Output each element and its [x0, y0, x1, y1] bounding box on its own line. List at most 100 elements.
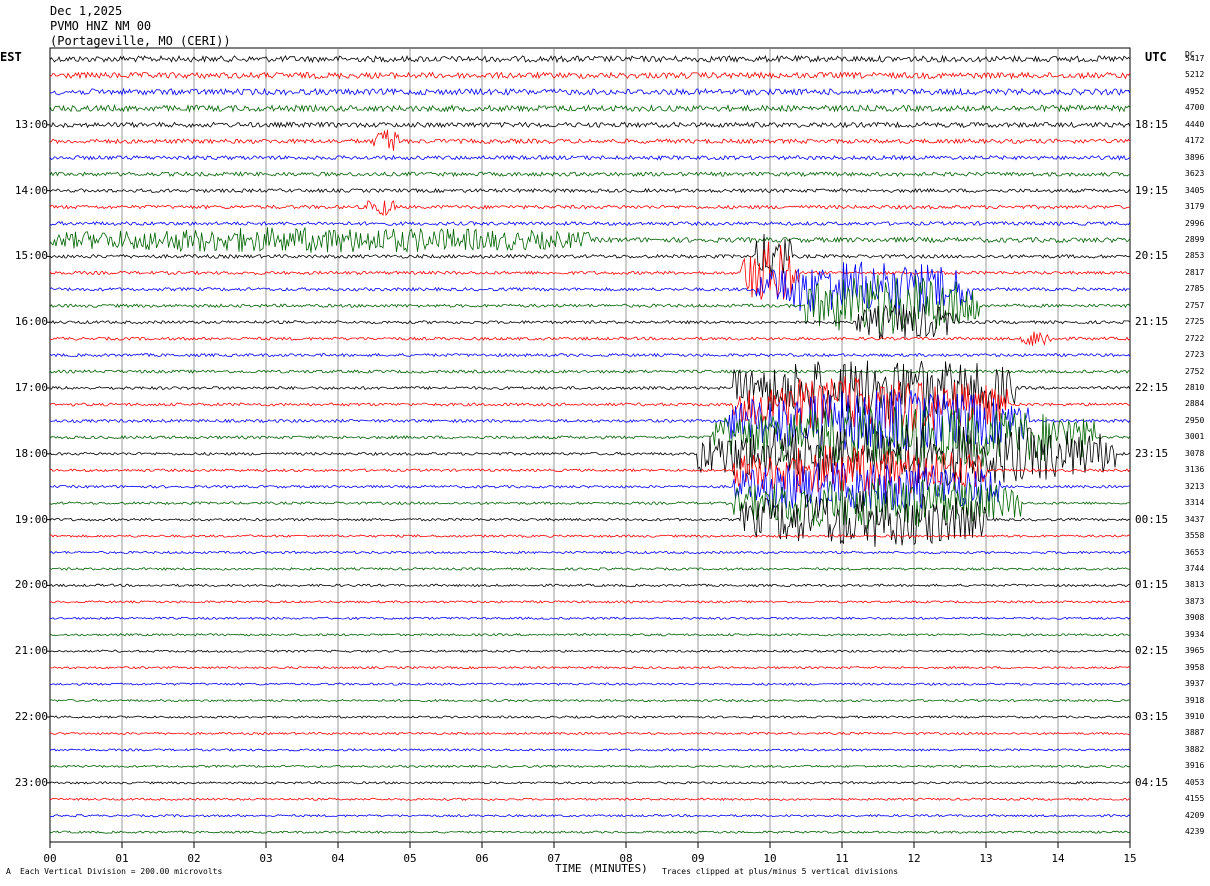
- est-hour-label: 18:00: [14, 446, 48, 460]
- seismic-trace: [49, 187, 1131, 194]
- dc-offset-label: 4239: [1185, 827, 1205, 837]
- dc-offset-label: 3136: [1185, 465, 1205, 475]
- dc-offset-label: 3882: [1185, 744, 1205, 754]
- utc-hour-label: 00:15: [1135, 512, 1169, 526]
- dc-offset-label: 3623: [1185, 169, 1205, 179]
- x-tick-label: 02: [187, 852, 201, 865]
- seismic-trace: [49, 731, 1131, 736]
- utc-hour-label: 02:15: [1135, 644, 1169, 658]
- seismic-trace: [49, 813, 1131, 818]
- est-hour-label: 13:00: [14, 117, 48, 131]
- seismic-trace: [49, 490, 1131, 547]
- seismic-trace: [49, 665, 1131, 670]
- dc-offset-label: 3908: [1185, 613, 1205, 623]
- dc-offset-label: 3896: [1185, 152, 1205, 162]
- utc-hour-label: 01:15: [1135, 578, 1169, 592]
- dc-offset-label: 3916: [1185, 761, 1205, 771]
- dc-offset-label: 3887: [1185, 728, 1205, 738]
- x-tick-label: 04: [331, 852, 345, 865]
- seismic-trace: [49, 567, 1131, 571]
- x-tick-label: 09: [691, 852, 705, 865]
- est-hour-label: 17:00: [14, 381, 48, 394]
- seismic-trace: [49, 71, 1131, 80]
- seismic-trace: [49, 764, 1131, 769]
- est-hour-label: 22:00: [14, 710, 48, 723]
- x-tick-label: 15: [1123, 852, 1137, 865]
- dc-offset-label: 3653: [1185, 547, 1205, 557]
- utc-hour-label: 23:15: [1135, 446, 1169, 460]
- seismic-trace: [49, 54, 1131, 64]
- dc-offset-label: 2810: [1185, 383, 1205, 392]
- seismic-trace: [49, 233, 1131, 276]
- dc-offset-label: 3813: [1185, 580, 1205, 590]
- seismic-trace: [49, 781, 1131, 785]
- clip-note: Traces clipped at plus/minus 5 vertical …: [662, 867, 899, 876]
- dc-offset-label: 2725: [1185, 317, 1205, 327]
- dc-offset-label: 4172: [1185, 136, 1205, 146]
- dc-offset-label: 3078: [1185, 448, 1205, 458]
- seismic-trace: [49, 129, 1131, 151]
- dc-offset-label: 2757: [1185, 300, 1205, 310]
- utc-hour-label: 22:15: [1135, 381, 1169, 394]
- seismic-trace: [49, 748, 1131, 752]
- seismic-trace: [49, 220, 1131, 227]
- x-tick-label: 13: [979, 852, 993, 865]
- dc-offset-label: 3965: [1185, 646, 1205, 656]
- dc-offset-label: 4155: [1185, 794, 1205, 804]
- dc-offset-label: 2723: [1185, 350, 1205, 360]
- dc-offset-label: 4053: [1185, 777, 1205, 787]
- utc-hour-label: 21:15: [1135, 315, 1169, 329]
- x-tick-label: 01: [115, 852, 129, 865]
- dc-offset-label: 2752: [1185, 366, 1205, 376]
- seismic-trace: [50, 600, 1131, 604]
- dc-offset-label: 4700: [1185, 103, 1205, 113]
- x-axis-label: TIME (MINUTES): [555, 862, 648, 875]
- seismic-trace: [49, 103, 1131, 113]
- scale-note: Each Vertical Division = 200.00 microvol…: [20, 867, 223, 876]
- seismic-trace: [49, 303, 1131, 340]
- dc-offset-label: 4209: [1185, 810, 1205, 820]
- seismic-trace: [49, 331, 1131, 346]
- utc-hour-label: 19:15: [1135, 183, 1169, 197]
- seismic-trace: [49, 830, 1131, 834]
- dc-offset-label: 3558: [1185, 531, 1205, 541]
- est-hour-label: 20:00: [14, 578, 48, 592]
- x-tick-label: 05: [403, 852, 417, 865]
- est-hour-label: 23:00: [14, 775, 48, 789]
- x-tick-label: 06: [475, 852, 489, 865]
- dc-offset-label: 3437: [1185, 514, 1205, 524]
- seismic-trace: [49, 534, 1131, 538]
- utc-hour-label: 03:15: [1135, 710, 1169, 723]
- x-tick-label: 11: [835, 852, 849, 865]
- dc-offset-label: 2853: [1185, 251, 1205, 261]
- dc-offset-label: 3934: [1185, 629, 1205, 639]
- dc-offset-label: 3937: [1185, 679, 1205, 689]
- est-hour-label: 16:00: [14, 315, 48, 329]
- dc-offset-label: 5212: [1185, 70, 1205, 80]
- est-hour-label: 15:00: [14, 249, 48, 263]
- x-tick-label: 10: [763, 852, 777, 865]
- dc-offset-label: 3910: [1185, 712, 1205, 721]
- dc-offset-label: 3744: [1185, 563, 1205, 573]
- dc-offset-label: 2884: [1185, 399, 1205, 409]
- dc-offset-label: 2899: [1185, 234, 1205, 244]
- seismic-trace: [49, 87, 1131, 97]
- dc-offset-label: 3213: [1185, 481, 1205, 491]
- dc-offset-label: 3918: [1185, 695, 1205, 705]
- seismic-trace: [49, 352, 1131, 358]
- utc-hour-label: 04:15: [1135, 775, 1169, 789]
- dc-offset-label: 3179: [1185, 202, 1205, 212]
- dc-offset-label: 2950: [1185, 415, 1205, 425]
- seismic-trace: [49, 369, 1131, 374]
- x-tick-label: 03: [259, 852, 273, 865]
- plot-frame: [49, 47, 1131, 843]
- seismic-trace: [49, 445, 1131, 496]
- seismic-trace: [49, 633, 1131, 637]
- seismic-trace: [49, 616, 1131, 620]
- seismic-trace: [49, 227, 1131, 254]
- utc-hour-label: 20:15: [1135, 249, 1169, 263]
- seismic-trace: [49, 682, 1131, 686]
- seismic-trace: [50, 698, 1131, 703]
- est-hour-label: 21:00: [14, 644, 48, 658]
- seismic-trace: [49, 797, 1131, 801]
